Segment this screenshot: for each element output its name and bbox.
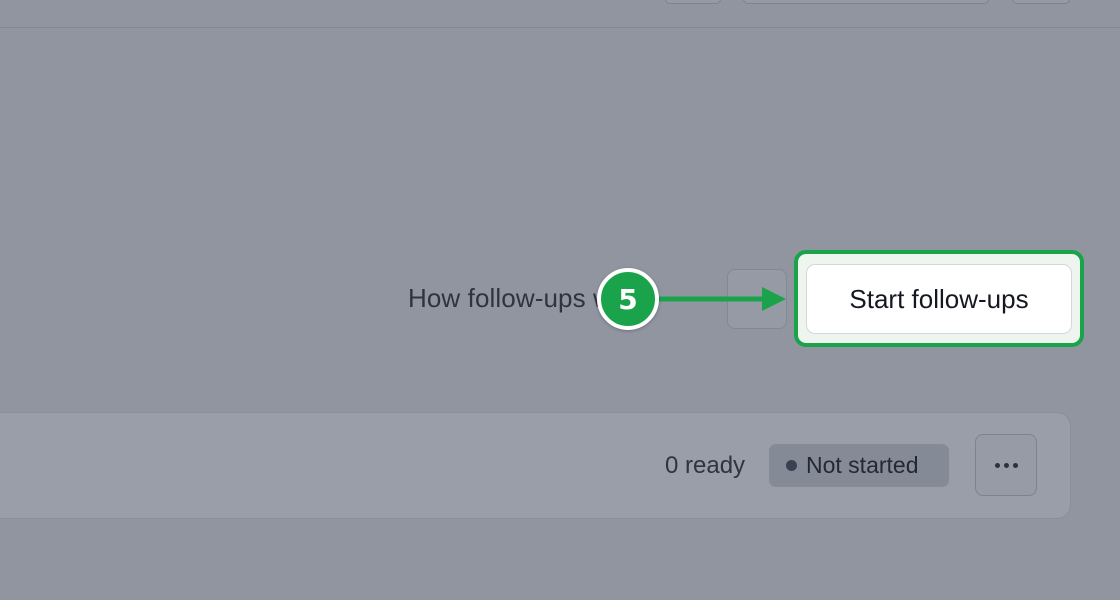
top-bar-button[interactable] (1012, 0, 1070, 4)
status-label: Not started (806, 452, 919, 478)
status-dot-icon (786, 460, 797, 471)
more-horizontal-icon (994, 462, 1000, 468)
top-bar-button[interactable] (743, 0, 989, 4)
status-badge: Not started (769, 444, 949, 487)
top-bar-button[interactable] (665, 0, 721, 4)
more-horizontal-icon (1012, 462, 1018, 468)
ready-count: 0 ready (665, 452, 746, 479)
top-bar (0, 0, 1120, 28)
start-follow-ups-button[interactable]: Start follow-ups (806, 264, 1072, 334)
tutorial-step-badge: 5 (597, 268, 659, 330)
more-options-button[interactable] (975, 434, 1037, 496)
tutorial-arrow-icon (647, 287, 786, 311)
more-horizontal-icon (1003, 462, 1009, 468)
page: How follow-ups work Start follow-ups 5 0… (0, 0, 1120, 600)
